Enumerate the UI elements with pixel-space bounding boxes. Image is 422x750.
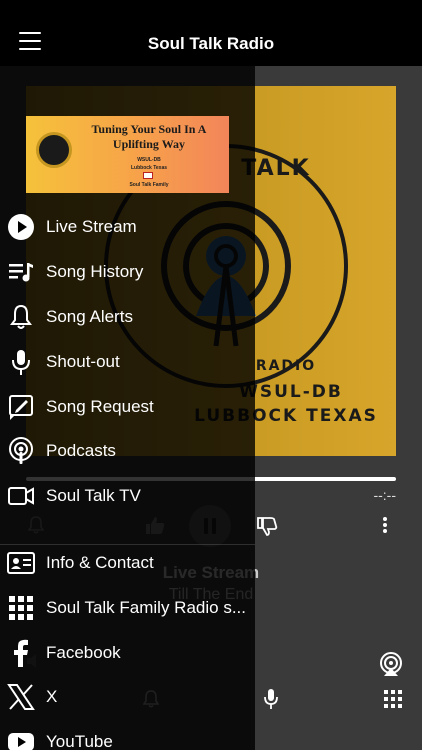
airplay-icon[interactable] — [378, 651, 404, 677]
menu-item-x[interactable]: X — [0, 675, 255, 719]
menu-item-label: Song Request — [46, 397, 154, 416]
bottom-microphone-icon[interactable] — [263, 688, 279, 710]
menu-item-label: Song Alerts — [46, 307, 133, 326]
contact-card-icon — [7, 552, 35, 574]
top-bar: Soul Talk Radio — [0, 0, 422, 66]
menu-item-song-request[interactable]: Song Request — [0, 385, 255, 429]
youtube-icon — [8, 733, 34, 750]
request-icon — [9, 395, 33, 420]
banner-headline: Tuning Your Soul In A Uplifting Way — [91, 122, 207, 151]
more-options-icon[interactable] — [382, 516, 388, 534]
thumbs-down-icon[interactable] — [256, 517, 278, 537]
microphone-icon — [12, 350, 30, 375]
menu-item-song-history[interactable]: Song History — [0, 250, 255, 294]
app-title: Soul Talk Radio — [147, 34, 275, 53]
menu-item-podcasts[interactable]: Podcasts — [0, 429, 255, 473]
facebook-icon — [14, 639, 28, 667]
menu-item-label: YouTube — [46, 732, 113, 750]
menu-item-label: Soul Talk TV — [46, 486, 141, 505]
menu-item-label: Soul Talk Family Radio s... — [46, 598, 246, 617]
menu-item-song-alerts[interactable]: Song Alerts — [0, 295, 255, 339]
grid-icon — [9, 596, 33, 620]
side-drawer: Tuning Your Soul In A Uplifting Way WSUL… — [0, 66, 255, 750]
video-icon — [8, 487, 34, 505]
station-banner[interactable]: Tuning Your Soul In A Uplifting Way WSUL… — [26, 116, 229, 193]
x-logo-icon — [7, 684, 35, 710]
menu-item-soul-talk-tv[interactable]: Soul Talk TV — [0, 474, 255, 518]
menu-item-youtube[interactable]: YouTube — [0, 720, 255, 750]
banner-station: WSUL-DB — [137, 157, 161, 163]
menu-item-label: Info & Contact — [46, 553, 154, 572]
podcast-icon — [9, 437, 33, 464]
banner-city: Lubbock Texas — [130, 165, 168, 171]
flag-icon — [143, 172, 153, 179]
menu-item-label: Shout-out — [46, 352, 120, 371]
menu-item-soul-talk-family-radio-s[interactable]: Soul Talk Family Radio s... — [0, 586, 255, 630]
menu-item-label: Live Stream — [46, 217, 137, 236]
menu-item-label: X — [46, 687, 58, 706]
play-circle-icon — [8, 214, 34, 240]
playlist-icon — [9, 263, 33, 282]
bell-icon — [10, 304, 32, 329]
menu-item-label: Podcasts — [46, 441, 116, 460]
time-remaining: --:-- — [373, 487, 396, 503]
menu-item-shout-out[interactable]: Shout-out — [0, 340, 255, 384]
bottom-grid-icon[interactable] — [384, 690, 402, 708]
menu-item-label: Song History — [46, 262, 144, 281]
menu-item-facebook[interactable]: Facebook — [0, 631, 255, 675]
menu-item-live-stream[interactable]: Live Stream — [0, 205, 255, 249]
banner-family: Soul Talk Family — [129, 182, 169, 188]
menu-item-info-contact[interactable]: Info & Contact — [0, 541, 255, 585]
menu-item-label: Facebook — [46, 643, 121, 662]
station-logo-icon — [36, 132, 72, 168]
